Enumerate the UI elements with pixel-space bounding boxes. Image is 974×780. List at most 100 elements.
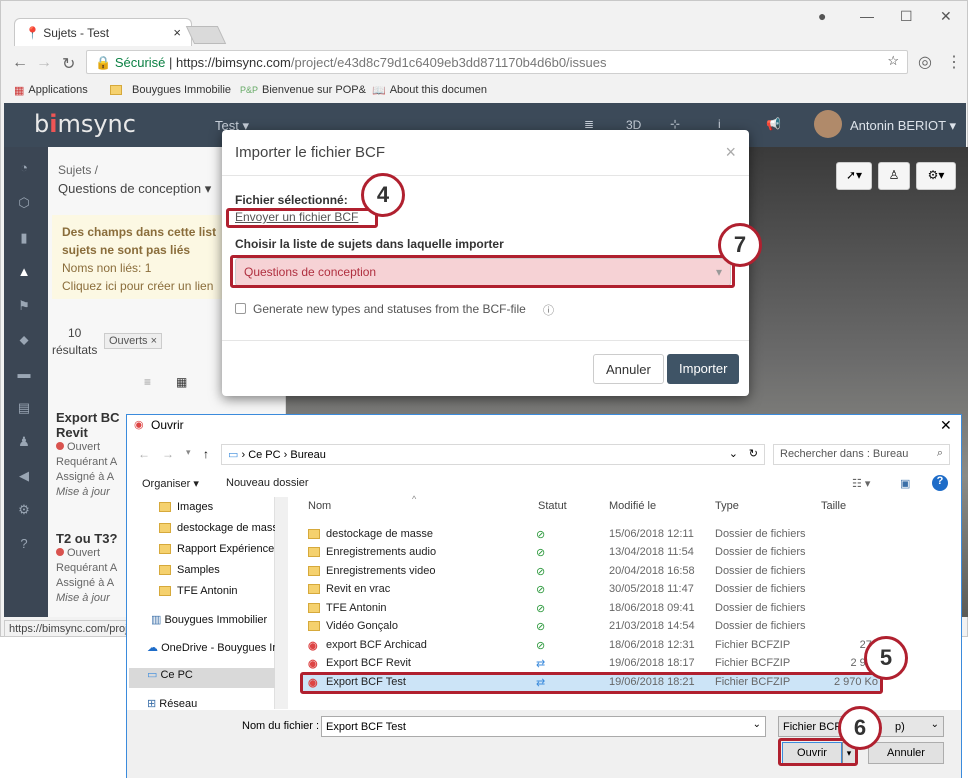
extension-icon[interactable]: ◎: [918, 52, 932, 72]
view-icon[interactable]: ☷ ▾: [852, 477, 870, 490]
result-count: 10: [68, 326, 82, 340]
help-icon[interactable]: ⓘ: [543, 302, 554, 318]
cube-icon[interactable]: ⬡: [14, 195, 34, 211]
crumb-pc[interactable]: Ce PC: [248, 449, 280, 461]
dashboard-icon[interactable]: ◔: [14, 160, 34, 176]
file-row[interactable]: TFE Antonin ⊘ 18/06/2018 09:41 Dossier de f…: [302, 600, 882, 618]
settings-menu-button[interactable]: ⚙▾: [916, 162, 956, 190]
nav-item-samples[interactable]: Samples: [129, 564, 275, 583]
nav-item-destockage[interactable]: destockage de masse: [129, 522, 275, 541]
status-dot: [56, 442, 64, 450]
folder-icon: [110, 85, 122, 95]
star-icon[interactable]: ☆: [887, 53, 899, 69]
back-icon[interactable]: ←: [138, 447, 150, 461]
path-breadcrumb[interactable]: ▭ › Ce PC › Bureau ⌄ ↻: [221, 444, 765, 465]
close-window-icon[interactable]: ✕: [940, 8, 952, 25]
bookmark-apps[interactable]: ▦ Applications: [14, 80, 88, 100]
breadcrumb[interactable]: Sujets /: [58, 163, 98, 177]
col-type[interactable]: Type: [715, 500, 739, 520]
filename-input[interactable]: Export BCF Test ⌄: [321, 716, 766, 737]
nav-item-network[interactable]: ⊞ Réseau: [129, 697, 275, 709]
maximize-icon[interactable]: ☐: [900, 8, 913, 25]
nav-item-images[interactable]: Images: [129, 501, 275, 520]
close-icon[interactable]: ×: [725, 142, 736, 163]
nav-item-bouygues[interactable]: ▥ Bouygues Immobilier: [129, 613, 275, 632]
users-icon[interactable]: ♟: [14, 434, 34, 450]
reload-icon[interactable]: ↻: [62, 54, 75, 74]
file-row[interactable]: ◉ export BCF Archicad ⊘ 18/06/2018 12:31 Fic…: [302, 637, 882, 655]
file-row[interactable]: Revit en vrac ⊘ 30/05/2018 11:47 Dossier de…: [302, 581, 882, 599]
folder-icon: [308, 583, 326, 595]
file-row[interactable]: Enregistrements audio ⊘ 13/04/2018 11:54 Do…: [302, 544, 882, 562]
search-input[interactable]: Rechercher dans : Bureau ⌕: [773, 444, 950, 465]
up-icon[interactable]: ↑: [203, 447, 209, 461]
megaphone-icon[interactable]: 📢: [766, 117, 781, 131]
col-modified[interactable]: Modifié le: [609, 500, 656, 520]
synced-icon: ⊘: [536, 640, 546, 652]
bookmark-bouygues[interactable]: Bouygues Immobilie: [110, 80, 231, 100]
list-view-icon[interactable]: ≡: [144, 375, 151, 389]
account-icon[interactable]: ●: [818, 8, 826, 24]
import-button[interactable]: Importer: [667, 354, 740, 384]
file-row[interactable]: Vidéo Gonçalo ⊘ 21/03/2018 14:54 Dossier de…: [302, 618, 882, 636]
help-icon[interactable]: ?: [932, 475, 948, 491]
info-icon[interactable]: i: [718, 117, 721, 131]
folder-icon: [159, 586, 171, 597]
nav-item-rapport[interactable]: Rapport Expérience Cl: [129, 543, 275, 562]
dialog-cancel-button[interactable]: Annuler: [868, 742, 944, 764]
filter-chip[interactable]: Ouverts ×: [104, 333, 162, 349]
nav-scrollbar[interactable]: [274, 497, 288, 709]
col-size[interactable]: Taille: [821, 500, 846, 520]
dropdown-icon[interactable]: ▾: [186, 447, 191, 458]
book-icon[interactable]: ▤: [14, 400, 34, 416]
tree-icon[interactable]: ⊹: [670, 117, 680, 131]
walk-tool-button[interactable]: ♙: [878, 162, 910, 190]
forward-icon[interactable]: →: [36, 54, 52, 72]
nav-item-this-pc[interactable]: ▭ Ce PC: [129, 668, 275, 688]
back-icon[interactable]: ←: [12, 54, 28, 72]
tag-icon[interactable]: ⬥: [14, 332, 34, 348]
settings-icon[interactable]: ⚙: [14, 502, 34, 518]
close-dialog-icon[interactable]: ✕: [940, 417, 952, 434]
user-menu[interactable]: Antonin BERIOT ▾: [850, 118, 956, 134]
grid-view-icon[interactable]: ▦: [176, 375, 187, 389]
highlight-list-select: [230, 255, 735, 288]
browser-tab[interactable]: 📍 Sujets - Test ×: [14, 18, 192, 46]
menu-icon[interactable]: ⋮: [946, 52, 962, 72]
nav-item-onedrive[interactable]: ☁ OneDrive - Bouygues Ir: [129, 641, 275, 660]
cancel-button[interactable]: Annuler: [593, 354, 664, 384]
warning-icon[interactable]: ▲: [14, 264, 34, 280]
minimize-icon[interactable]: —: [860, 8, 874, 24]
folder-icon: [159, 544, 171, 555]
crumb-desktop[interactable]: Bureau: [290, 449, 325, 461]
list-selector[interactable]: Questions de conception ▾: [58, 181, 211, 197]
new-folder-button[interactable]: Nouveau dossier: [226, 477, 309, 489]
close-tab-icon[interactable]: ×: [173, 25, 181, 40]
folder-icon: [308, 528, 326, 540]
col-name[interactable]: Nom: [308, 500, 331, 520]
organize-button[interactable]: Organiser ▾: [142, 477, 199, 490]
select-tool-button[interactable]: ➚▾: [836, 162, 872, 190]
refresh-icon[interactable]: ↻: [749, 447, 758, 460]
forward-icon[interactable]: →: [162, 447, 174, 461]
nav-item-tfe[interactable]: TFE Antonin: [129, 585, 275, 604]
flag-icon[interactable]: ⚑: [14, 298, 34, 314]
file-row[interactable]: Enregistrements video ⊘ 20/04/2018 16:58 Do…: [302, 563, 882, 581]
file-row[interactable]: destockage de masse ⊘ 15/06/2018 12:11 Doss…: [302, 526, 882, 544]
list-icon[interactable]: ≣: [584, 117, 594, 131]
help-icon[interactable]: ?: [14, 536, 34, 552]
col-status[interactable]: Statut: [538, 500, 567, 520]
nav-label: Rapport Expérience Cl: [177, 543, 275, 555]
file-row[interactable]: ◉ Export BCF Revit ⇄ 19/06/2018 18:17 Fichie…: [302, 655, 882, 673]
bookmark-icon[interactable]: ▮: [14, 230, 34, 246]
chevron-down-icon[interactable]: ⌄: [729, 447, 738, 460]
preview-pane-icon[interactable]: ▣: [900, 477, 910, 490]
chevron-down-icon[interactable]: ⌄: [753, 719, 761, 730]
avatar[interactable]: [814, 110, 842, 138]
bookmark-about[interactable]: 📖 About this documen: [372, 80, 487, 100]
generate-checkbox[interactable]: [235, 303, 246, 314]
folder-icon[interactable]: ▬: [14, 366, 34, 382]
announce-icon[interactable]: ◀: [14, 468, 34, 484]
bookmark-pop[interactable]: P&P Bienvenue sur POP&: [240, 80, 366, 100]
address-bar[interactable]: 🔒 Sécurisé | https://bimsync.com/project…: [86, 50, 908, 74]
